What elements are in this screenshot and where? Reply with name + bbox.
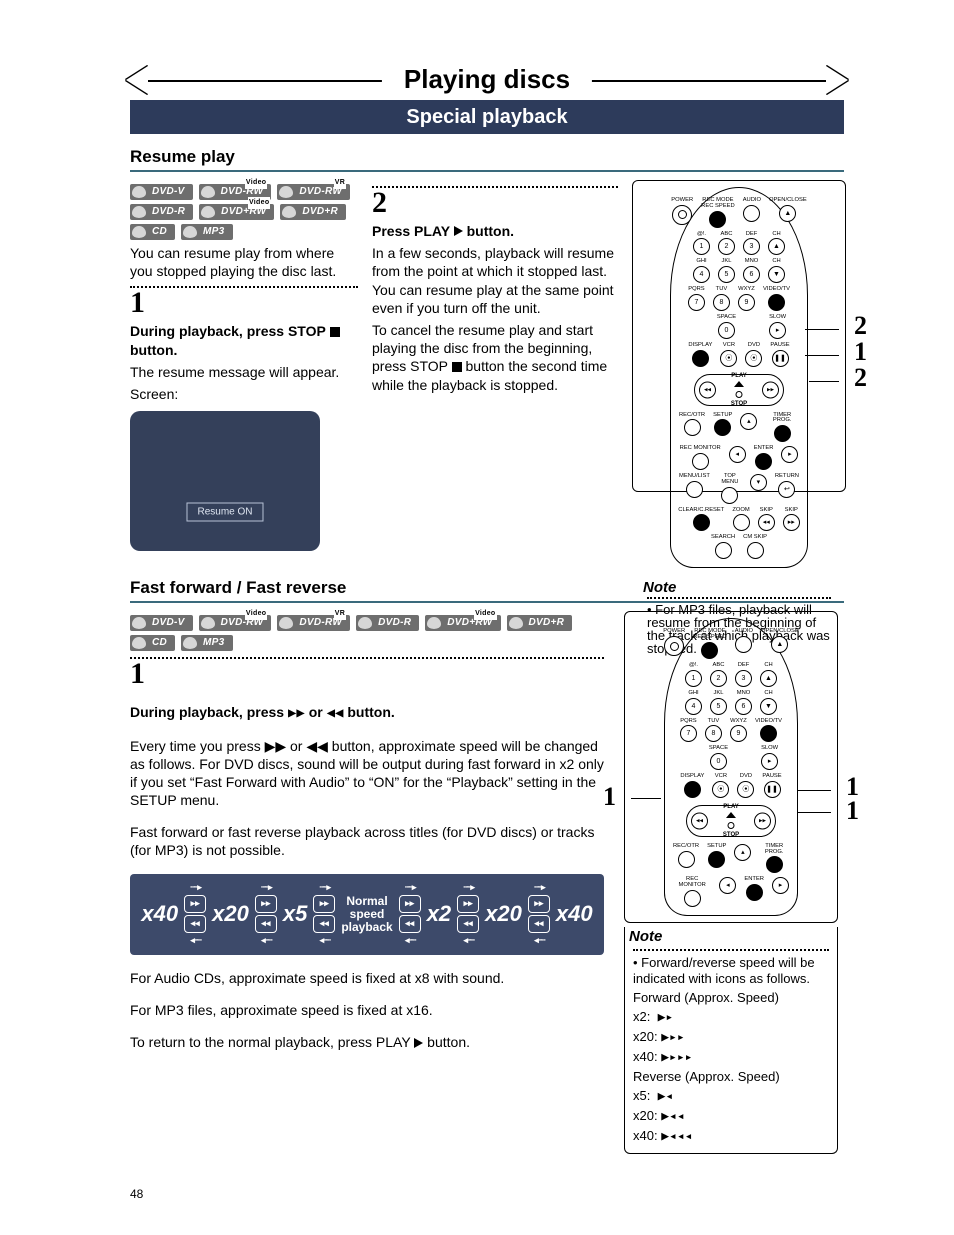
page-title: Playing discs [382,63,592,97]
callout-2: 2 [854,313,867,339]
note-rule [647,597,831,599]
step2-body1: In a few seconds, playback will resume f… [372,244,618,317]
badge-dvd-rw-video: DVD-RWVideo [199,615,272,631]
note-body: • Forward/reverse speed will be indicate… [625,955,837,1154]
stop-icon [452,362,462,372]
section-bar: Special playback [130,100,844,134]
step1-instruction: During playback, press STOP button. [130,322,358,358]
resume-col-left: DVD-V DVD-RWVideo DVD-RWVR DVD-R DVD+RWV… [130,180,358,551]
resume-col-mid: 2 Press PLAY button. In a few seconds, p… [372,180,618,551]
ff-col-right: POWER REC MODE REC SPEED AUDIO OPEN/CLOS… [624,611,838,1154]
play-stop-pad-icon: PLAY ◂◂ ▸▸ STOP [694,374,784,406]
note-rule [633,949,829,951]
play-stop-pad-icon: PLAY ◂◂ ▸▸ STOP [686,805,776,837]
disc-badges: DVD-V DVD-RWVideo DVD-RWVR [130,184,358,200]
step2-body2: To cancel the resume play and start play… [372,321,618,394]
page-title-banner: Playing discs [130,60,844,100]
badge-dvd-r: DVD-R [356,615,419,631]
fwd-x40-icon: ▶▸▸▸ [661,1050,692,1065]
callout-2: 2 [854,365,867,391]
remote-control-icon: POWER REC MODE REC SPEED AUDIO OPEN/CLOS… [670,187,808,568]
step-number: 1 [130,288,358,318]
ff-body1: Every time you press ▶▶ or ◀◀ button, ap… [130,737,604,810]
badge-dvd-v: DVD-V [130,184,193,200]
play-icon [454,226,463,236]
badge-dvd-v: DVD-V [130,615,193,631]
callout-1: 1 [846,798,859,824]
tv-screen-mock: Resume ON [130,411,320,551]
badge-cd: CD [130,224,175,240]
resume-col-right: POWER REC MODE REC SPEED AUDIO OPEN/CLOS… [632,180,846,551]
page-number: 48 [130,1187,143,1203]
ff-post1: For Audio CDs, approximate speed is fixe… [130,969,604,987]
remote-figure: POWER REC MODE REC SPEED AUDIO OPEN/CLOS… [624,611,838,923]
resume-intro: You can resume play from where you stopp… [130,244,358,280]
resume-heading: Resume play [130,146,844,168]
badge-dvd-plus-r: DVD+R [280,204,346,220]
badge-dvd-r: DVD-R [130,204,193,220]
step1-body: The resume message will appear. [130,363,358,381]
step2-instruction: Press PLAY button. [372,222,618,240]
ff-post2: For MP3 files, approximate speed is fixe… [130,1001,604,1019]
badge-cd: CD [130,635,175,651]
screen-label: Screen: [130,385,358,403]
note-title: Note [643,580,835,595]
remote-figure: POWER REC MODE REC SPEED AUDIO OPEN/CLOS… [632,180,846,492]
stop-icon [330,327,340,337]
rev-x40-icon: ▶◂◂◂ [661,1129,692,1144]
disc-badges: DVD-R DVD+RWVideo DVD+R [130,204,358,220]
badge-mp3: MP3 [181,224,232,240]
note-title: Note [629,927,833,947]
fwd-x20-icon: ▶▸▸ [661,1030,684,1045]
callout-1: 1 [603,784,616,810]
callout-1: 1 [854,339,867,365]
disc-badges: CD MP3 [130,635,604,651]
disc-badges: DVD-V DVD-RWVideo DVD-RWVR DVD-R DVD+RWV… [130,615,604,631]
ff-col-left: DVD-V DVD-RWVideo DVD-RWVR DVD-R DVD+RWV… [130,611,604,1154]
ff-step1-instruction: During playback, press ▶▶ or ◀◀ button. [130,703,604,722]
badge-dvd-plus-rw: DVD+RWVideo [425,615,500,631]
badge-dvd-rw-vr: DVD-RWVR [277,615,350,631]
remote-control-icon: POWER REC MODE REC SPEED AUDIO OPEN/CLOS… [664,618,798,916]
disc-badges: CD MP3 [130,224,358,240]
fwd-x2-icon: ▶▸ [658,1010,674,1025]
resume-on-indicator: Resume ON [186,503,263,522]
badge-dvd-rw-vr: DVD-RWVR [277,184,350,200]
speed-diagram: x40 ┄┄▸▸▸◂◂◂┄┄ x20 ┄┄▸▸▸◂◂◂┄┄ x5 ┄┄▸▸▸◂◂… [130,874,604,955]
heading-rule [130,170,844,172]
badge-dvd-plus-rw: DVD+RWVideo [199,204,274,220]
play-icon [414,1038,423,1048]
ff-post3: To return to the normal playback, press … [130,1033,604,1051]
step-number: 2 [372,188,618,218]
rev-x20-icon: ▶◂◂ [661,1109,684,1124]
rev-x5-icon: ▶◂ [658,1089,674,1104]
badge-dvd-plus-r: DVD+R [507,615,573,631]
ff-body2: Fast forward or fast reverse playback ac… [130,823,604,859]
badge-mp3: MP3 [181,635,232,651]
step-number: 1 [130,659,604,689]
